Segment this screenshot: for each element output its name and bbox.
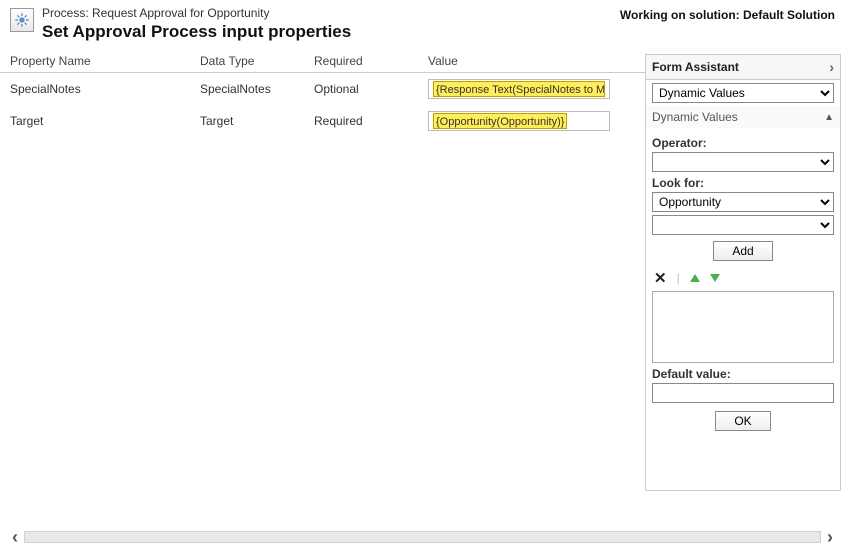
section-label: Dynamic Values <box>652 110 738 124</box>
dynamic-token[interactable]: {Response Text(SpecialNotes to Manager)} <box>433 81 605 97</box>
scroll-track[interactable] <box>24 531 821 543</box>
lookfor-attr-select[interactable] <box>652 215 834 235</box>
page-title: Set Approval Process input properties <box>42 22 351 42</box>
chevron-right-icon[interactable]: › <box>829 59 834 75</box>
cell-required: Optional <box>314 82 418 96</box>
cell-name: Target <box>0 114 200 128</box>
collapse-icon[interactable]: ▲ <box>824 112 834 123</box>
mode-select[interactable]: Dynamic Values <box>652 83 834 103</box>
move-up-icon[interactable] <box>690 274 700 282</box>
cell-required: Required <box>314 114 418 128</box>
col-header-type: Data Type <box>200 54 314 68</box>
operator-select[interactable] <box>652 152 834 172</box>
add-button[interactable]: Add <box>713 241 772 261</box>
token-list[interactable] <box>652 291 834 363</box>
grid-header: Property Name Data Type Required Value <box>0 54 645 73</box>
process-icon <box>10 8 34 32</box>
form-assistant-title: Form Assistant <box>652 60 739 74</box>
col-header-name: Property Name <box>0 54 200 68</box>
cell-type: Target <box>200 114 314 128</box>
scroll-right-icon[interactable]: › <box>823 527 837 548</box>
operator-label: Operator: <box>652 136 834 150</box>
table-row: Target Target Required {Opportunity(Oppo… <box>0 105 645 137</box>
lookfor-label: Look for: <box>652 176 834 190</box>
move-down-icon[interactable] <box>710 274 720 282</box>
table-row: SpecialNotes SpecialNotes Optional {Resp… <box>0 73 645 105</box>
col-header-required: Required <box>314 54 418 68</box>
process-label: Process: Request Approval for Opportunit… <box>42 6 351 20</box>
dynamic-token[interactable]: {Opportunity(Opportunity)} <box>433 113 567 129</box>
horizontal-scrollbar[interactable]: ‹ › <box>8 529 837 545</box>
value-input-specialnotes[interactable]: {Response Text(SpecialNotes to Manager)} <box>428 79 610 99</box>
cell-type: SpecialNotes <box>200 82 314 96</box>
default-value-input[interactable] <box>652 383 834 403</box>
solution-label: Working on solution: Default Solution <box>620 6 835 42</box>
col-header-value: Value <box>418 54 645 68</box>
scroll-left-icon[interactable]: ‹ <box>8 527 22 548</box>
lookfor-entity-select[interactable]: Opportunity <box>652 192 834 212</box>
form-assistant-panel: Form Assistant › Dynamic Values Dynamic … <box>645 54 841 491</box>
cell-name: SpecialNotes <box>0 82 200 96</box>
ok-button[interactable]: OK <box>715 411 770 431</box>
default-value-label: Default value: <box>652 367 834 381</box>
value-input-target[interactable]: {Opportunity(Opportunity)} <box>428 111 610 131</box>
remove-icon[interactable]: ✕ <box>654 269 667 287</box>
